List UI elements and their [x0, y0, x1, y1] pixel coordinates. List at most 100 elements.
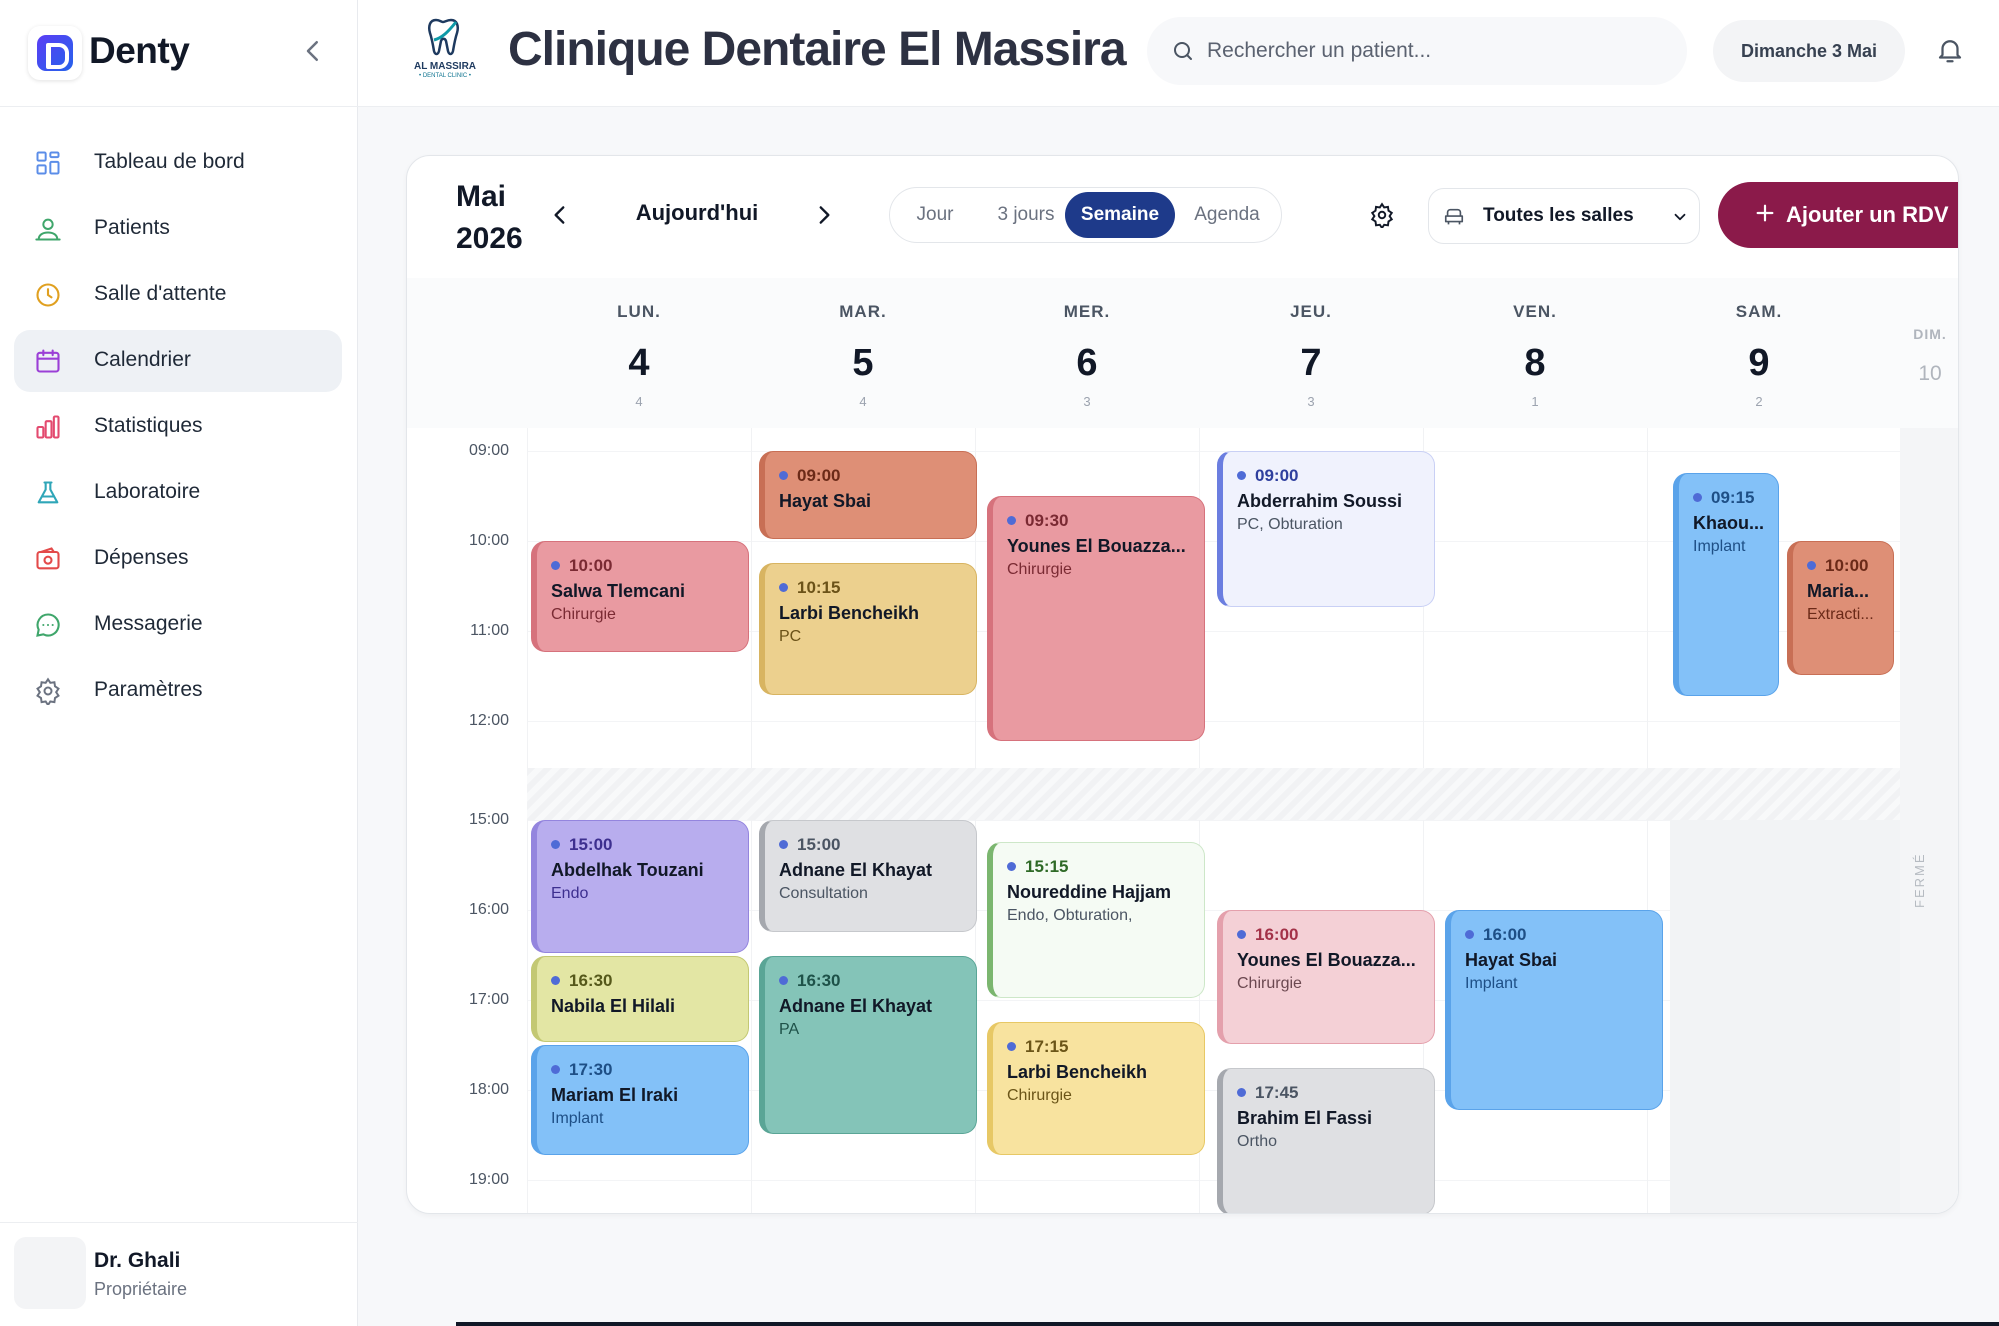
day-header-tue[interactable]: MAR. 5 4 — [751, 278, 975, 428]
sidebar-item-calendar[interactable]: Calendrier — [14, 330, 342, 392]
appointment-card[interactable]: 09:15 Khaou... Implant — [1673, 473, 1779, 696]
view-tab-3-days[interactable]: 3 jours — [976, 192, 1076, 238]
appointment-card[interactable]: 15:15 Noureddine Hajjam Endo, Obturation… — [987, 842, 1205, 998]
appointment-time-text: 17:30 — [569, 1060, 613, 1079]
day-number: 6 — [1076, 342, 1098, 384]
appointment-card[interactable]: 16:00 Hayat Sbai Implant — [1445, 910, 1663, 1110]
treatment: PC, Obturation — [1237, 516, 1343, 533]
day-header-fri[interactable]: VEN. 8 1 — [1423, 278, 1647, 428]
chat-icon — [36, 613, 60, 637]
grid-icon — [36, 151, 60, 175]
patient-name: Larbi Bencheikh — [779, 603, 920, 623]
appointment-card[interactable]: 16:00 Younes El Bouazza... Chirurgie — [1217, 910, 1435, 1044]
user-profile[interactable]: Dr. Ghali Propriétaire — [0, 1222, 358, 1326]
appointment-time-text: 10:15 — [797, 578, 841, 597]
time-grid: FERMÉ 09:00 10:00 11:00 12:00 15:00 16:0… — [407, 428, 1958, 1213]
appointment-time-text: 09:30 — [1025, 511, 1069, 530]
appointment-time: 15:00 — [551, 835, 612, 855]
day-header-thu[interactable]: JEU. 7 3 — [1199, 278, 1423, 428]
day-name: DIM. — [1913, 326, 1947, 342]
day-header-sat[interactable]: SAM. 9 2 — [1647, 278, 1871, 428]
status-dot-icon — [1237, 471, 1246, 480]
treatment: Extracti... — [1807, 606, 1874, 623]
appointment-card[interactable]: 10:00 Maria... Extracti... — [1787, 541, 1894, 675]
appointment-card[interactable]: 16:30 Nabila El Hilali — [531, 956, 749, 1042]
appointment-card[interactable]: 15:00 Adnane El Khayat Consultation — [759, 820, 977, 932]
sidebar-item-statistics[interactable]: Statistiques — [14, 396, 342, 458]
add-appointment-button[interactable]: Ajouter un RDV — [1718, 182, 1958, 248]
appointment-card[interactable]: 10:00 Salwa Tlemcani Chirurgie — [531, 541, 749, 652]
appointment-card[interactable]: 09:00 Abderrahim Soussi PC, Obturation — [1217, 451, 1435, 607]
appointment-time-text: 15:15 — [1025, 857, 1069, 876]
sidebar: Denty Tableau de bord Patients Salle d'a… — [0, 0, 358, 1326]
patient-name: Hayat Sbai — [779, 491, 872, 511]
appointment-time-text: 10:00 — [569, 556, 613, 575]
appointment-time-text: 15:00 — [797, 835, 841, 854]
day-name: MER. — [1063, 302, 1111, 321]
time-label: 18:00 — [468, 1081, 509, 1098]
sidebar-item-expenses[interactable]: Dépenses — [14, 528, 342, 590]
clinic-logo: AL MASSIRA • DENTAL CLINIC • — [406, 16, 484, 82]
day-header-mon[interactable]: LUN. 4 4 — [527, 278, 751, 428]
collapse-sidebar-button[interactable] — [298, 36, 328, 66]
view-tab-week[interactable]: Semaine — [1065, 192, 1175, 238]
time-label: 17:00 — [468, 991, 509, 1008]
sidebar-item-settings[interactable]: Paramètres — [14, 660, 342, 722]
time-label: 15:00 — [468, 811, 509, 828]
time-label: 09:00 — [468, 442, 509, 459]
appointment-card[interactable]: 09:30 Younes El Bouazza... Chirurgie — [987, 496, 1205, 741]
sidebar-item-waiting-room[interactable]: Salle d'attente — [14, 264, 342, 326]
treatment: Consultation — [779, 885, 868, 902]
patient-name: Adnane El Khayat — [779, 996, 933, 1016]
view-tab-day[interactable]: Jour — [900, 192, 970, 238]
sidebar-item-dashboard[interactable]: Tableau de bord — [14, 132, 342, 194]
user-role: Propriétaire — [94, 1279, 188, 1299]
appointment-time: 09:15 — [1693, 488, 1754, 508]
search-bar — [1147, 17, 1687, 85]
day-header-wed[interactable]: MER. 6 3 — [975, 278, 1199, 428]
appointment-card[interactable]: 16:30 Adnane El Khayat PA — [759, 956, 977, 1134]
previous-week-button[interactable] — [547, 202, 573, 228]
view-tab-agenda[interactable]: Agenda — [1180, 192, 1274, 238]
status-dot-icon — [1007, 862, 1016, 871]
status-dot-icon — [1693, 493, 1702, 502]
calendar-settings-button[interactable] — [1369, 202, 1395, 230]
clinic-logo-text: AL MASSIRA — [413, 61, 477, 72]
appointment-card[interactable]: 17:30 Mariam El Iraki Implant — [531, 1045, 749, 1155]
notifications-button[interactable] — [1935, 34, 1965, 66]
sidebar-item-laboratory[interactable]: Laboratoire — [14, 462, 342, 524]
appointment-card[interactable]: 17:15 Larbi Bencheikh Chirurgie — [987, 1022, 1205, 1155]
sidebar-item-messaging[interactable]: Messagerie — [14, 594, 342, 656]
search-input[interactable] — [1207, 31, 1667, 71]
patient-name: Brahim El Fassi — [1237, 1108, 1373, 1128]
avatar — [14, 1237, 86, 1309]
users-icon — [35, 218, 61, 241]
next-week-button[interactable] — [811, 202, 837, 228]
day-name: SAM. — [1735, 302, 1783, 321]
appointment-card[interactable]: 10:15 Larbi Bencheikh PC — [759, 563, 977, 695]
wallet-icon — [36, 547, 60, 570]
sidebar-item-label: Dépenses — [94, 546, 189, 569]
time-label: 10:00 — [468, 532, 509, 549]
status-dot-icon — [1237, 1088, 1246, 1097]
room-select[interactable]: Toutes les salles — [1428, 188, 1700, 244]
appointment-card[interactable]: 15:00 Abdelhak Touzani Endo — [531, 820, 749, 953]
appointment-count: 3 — [1307, 394, 1315, 409]
appointment-count: 4 — [859, 394, 867, 409]
user-name: Dr. Ghali — [94, 1249, 181, 1272]
sidebar-item-patients[interactable]: Patients — [14, 198, 342, 260]
status-dot-icon — [1807, 561, 1816, 570]
time-label: 19:00 — [468, 1171, 509, 1188]
appointment-time: 10:15 — [779, 578, 840, 598]
appointment-time: 17:30 — [551, 1060, 612, 1080]
appointment-time: 16:30 — [551, 971, 612, 991]
today-button[interactable]: Aujourd'hui — [627, 200, 767, 226]
appointment-card[interactable]: 17:45 Brahim El Fassi Ortho — [1217, 1068, 1435, 1213]
treatment: PA — [779, 1021, 800, 1038]
plus-icon — [1756, 204, 1774, 222]
sidebar-nav: Tableau de bord Patients Salle d'attente… — [14, 132, 342, 726]
appointment-time: 15:00 — [779, 835, 840, 855]
week-day-header: LUN. 4 4 MAR. 5 4 MER. 6 3 JEU. 7 3 VEN.… — [407, 278, 1958, 428]
month-label: Mai — [456, 180, 507, 213]
appointment-card[interactable]: 09:00 Hayat Sbai — [759, 451, 977, 539]
